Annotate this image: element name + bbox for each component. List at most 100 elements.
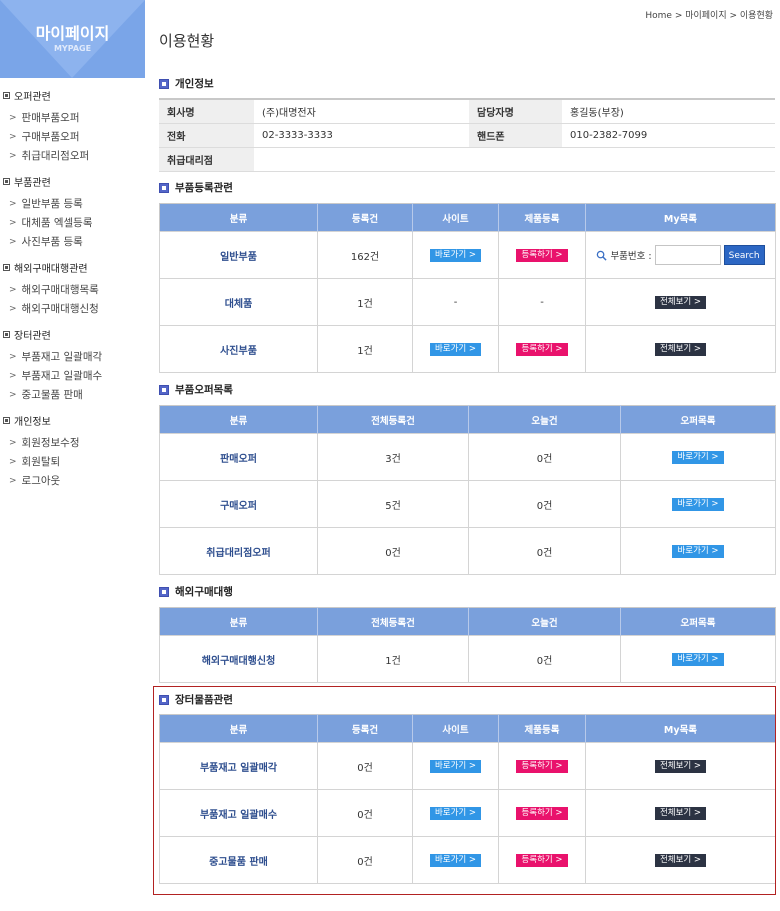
go-button[interactable]: 바로가기 > — [672, 497, 724, 511]
go-button[interactable]: 바로가기 > — [672, 652, 724, 666]
col-header: 제품등록 — [498, 203, 586, 232]
table-row: 구매오퍼 5건 0건 바로가기 > — [159, 480, 776, 528]
menu-group-overseas: 해외구매대행관련 > 해외구매대행목록 > 해외구매대행신청 — [0, 259, 145, 318]
section-bullet-icon — [159, 182, 169, 193]
offer-list-cell: 바로가기 > — [620, 635, 776, 683]
menu-head-personal[interactable]: 개인정보 — [0, 412, 145, 428]
col-header: My목록 — [585, 203, 776, 232]
sidebar-item-used-sale[interactable]: > 중고물품 판매 — [0, 385, 145, 404]
today-cell: 0건 — [468, 480, 621, 528]
sidebar-item-overseas-apply[interactable]: > 해외구매대행신청 — [0, 299, 145, 318]
today-cell: 0건 — [468, 527, 621, 575]
breadcrumb: Home > 마이페이지 > 이용현황 — [645, 11, 773, 21]
sidebar-item-agency-offer[interactable]: > 취급대리점오퍼 — [0, 146, 145, 165]
company-label: 회사명 — [159, 99, 254, 124]
part-number-label: 부품번호 : — [610, 251, 652, 262]
menu-head-offer[interactable]: 오퍼관련 — [0, 87, 145, 103]
sidebar-item-logout[interactable]: > 로그아웃 — [0, 471, 145, 490]
section-bullet-icon — [159, 586, 169, 597]
offer-list-cell: 바로가기 > — [620, 480, 776, 528]
reg-cell: 등록하기 > — [498, 325, 586, 373]
page-title: 이용현황 — [159, 32, 215, 50]
section-title-label: 개인정보 — [175, 78, 214, 90]
mobile-label: 핸드폰 — [469, 123, 562, 148]
category-cell: 구매오퍼 — [159, 480, 318, 528]
sidebar-item-label: 부품재고 일괄매수 — [21, 370, 103, 382]
menu-head-label: 개인정보 — [14, 416, 51, 428]
sidebar-item-substitute-excel[interactable]: > 대체품 엑셀등록 — [0, 213, 145, 232]
go-button[interactable]: 바로가기 > — [672, 544, 724, 558]
company-value: (주)대명전자 — [254, 99, 469, 124]
menu-head-label: 장터관련 — [14, 330, 51, 342]
mypage-banner: 마이페이지 MYPAGE — [0, 0, 145, 78]
personal-info-table: 회사명 (주)대명전자 담당자명 홍길동(부장) 전화 02-3333-3333… — [159, 98, 775, 172]
sidebar-item-label: 회원정보수정 — [21, 437, 80, 449]
menu-head-label: 오퍼관련 — [14, 91, 51, 103]
table-header-row: 분류 등록건 사이트 제품등록 My목록 — [159, 203, 776, 232]
category-cell: 대체품 — [159, 278, 318, 326]
phone-value: 02-3333-3333 — [254, 123, 469, 148]
today-cell: 0건 — [468, 635, 621, 683]
offer-table: 분류 전체등록건 오늘건 오퍼목록 판매오퍼 3건 0건 바로가기 > 구매오퍼… — [159, 405, 776, 575]
section-title-overseas: 해외구매대행 — [159, 584, 233, 599]
sidebar-item-photo-parts[interactable]: > 사진부품 등록 — [0, 232, 145, 251]
bullet-icon — [3, 416, 10, 424]
sidebar-item-sell-offer[interactable]: > 판매부품오퍼 — [0, 108, 145, 127]
register-button[interactable]: 등록하기 > — [516, 342, 568, 356]
sidebar-item-buy-offer[interactable]: > 구매부품오퍼 — [0, 127, 145, 146]
sidebar-item-label: 사진부품 등록 — [21, 236, 83, 248]
section-title-label: 부품등록관련 — [175, 182, 233, 194]
market-highlight-frame — [153, 686, 776, 895]
section-bullet-icon — [159, 78, 169, 89]
view-all-button[interactable]: 전체보기 > — [654, 295, 707, 309]
sidebar-item-label: 해외구매대행목록 — [21, 284, 99, 296]
chevron-right-icon: > — [9, 236, 17, 247]
view-all-button[interactable]: 전체보기 > — [654, 342, 707, 356]
col-header: 사이트 — [412, 203, 499, 232]
sidebar-item-overseas-list[interactable]: > 해외구매대행목록 — [0, 280, 145, 299]
menu-head-market[interactable]: 장터관련 — [0, 326, 145, 342]
chevron-right-icon: > — [9, 456, 17, 467]
col-header: 등록건 — [317, 203, 413, 232]
sidebar-item-label: 회원탈퇴 — [21, 456, 61, 468]
total-cell: 3건 — [317, 433, 469, 481]
part-number-input[interactable] — [654, 245, 721, 265]
sidebar-item-edit-profile[interactable]: > 회원정보수정 — [0, 433, 145, 452]
section-title-offer: 부품오퍼목록 — [159, 382, 233, 397]
part-reg-table: 분류 등록건 사이트 제품등록 My목록 일반부품 162건 바로가기 > 등록… — [159, 203, 776, 373]
mobile-value: 010-2382-7099 — [562, 123, 775, 148]
sidebar-item-bulk-sell[interactable]: > 부품재고 일괄매각 — [0, 347, 145, 366]
table-row: 전화 02-3333-3333 핸드폰 010-2382-7099 — [159, 123, 775, 148]
category-cell: 판매오퍼 — [159, 433, 318, 481]
menu-group-market: 장터관련 > 부품재고 일괄매각 > 부품재고 일괄매수 > 중고물품 판매 — [0, 326, 145, 404]
bullet-icon — [3, 330, 10, 338]
go-button[interactable]: 바로가기 > — [672, 450, 724, 464]
part-search: 부품번호 : Search — [586, 245, 775, 265]
chevron-right-icon: > — [9, 370, 17, 381]
table-row: 사진부품 1건 바로가기 > 등록하기 > 전체보기 > — [159, 325, 776, 373]
mypage-title: 마이페이지 — [35, 24, 110, 43]
col-header: 오늘건 — [468, 405, 621, 434]
bullet-icon — [3, 263, 10, 271]
sidebar-item-withdraw[interactable]: > 회원탈퇴 — [0, 452, 145, 471]
menu-head-overseas[interactable]: 해외구매대행관련 — [0, 259, 145, 275]
menu-group-offer: 오퍼관련 > 판매부품오퍼 > 구매부품오퍼 > 취급대리점오퍼 — [0, 87, 145, 165]
site-cell: 바로가기 > — [412, 325, 499, 373]
sidebar-item-general-parts[interactable]: > 일반부품 등록 — [0, 194, 145, 213]
col-header: 전체등록건 — [317, 405, 469, 434]
menu-head-parts[interactable]: 부품관련 — [0, 173, 145, 189]
go-button[interactable]: 바로가기 > — [429, 342, 482, 356]
chevron-right-icon: > — [9, 475, 17, 486]
col-header: 분류 — [159, 405, 318, 434]
count-cell: 1건 — [317, 325, 413, 373]
my-list-cell: 부품번호 : Search — [585, 231, 776, 279]
register-button[interactable]: 등록하기 > — [516, 248, 568, 262]
sidebar-item-bulk-buy[interactable]: > 부품재고 일괄매수 — [0, 366, 145, 385]
reg-cell: - — [498, 278, 586, 326]
go-button[interactable]: 바로가기 > — [429, 248, 482, 262]
table-row: 회사명 (주)대명전자 담당자명 홍길동(부장) — [159, 99, 775, 124]
section-bullet-icon — [159, 384, 169, 395]
chevron-right-icon: > — [9, 284, 17, 295]
col-header: 오늘건 — [468, 607, 621, 636]
search-button[interactable]: Search — [723, 245, 765, 265]
